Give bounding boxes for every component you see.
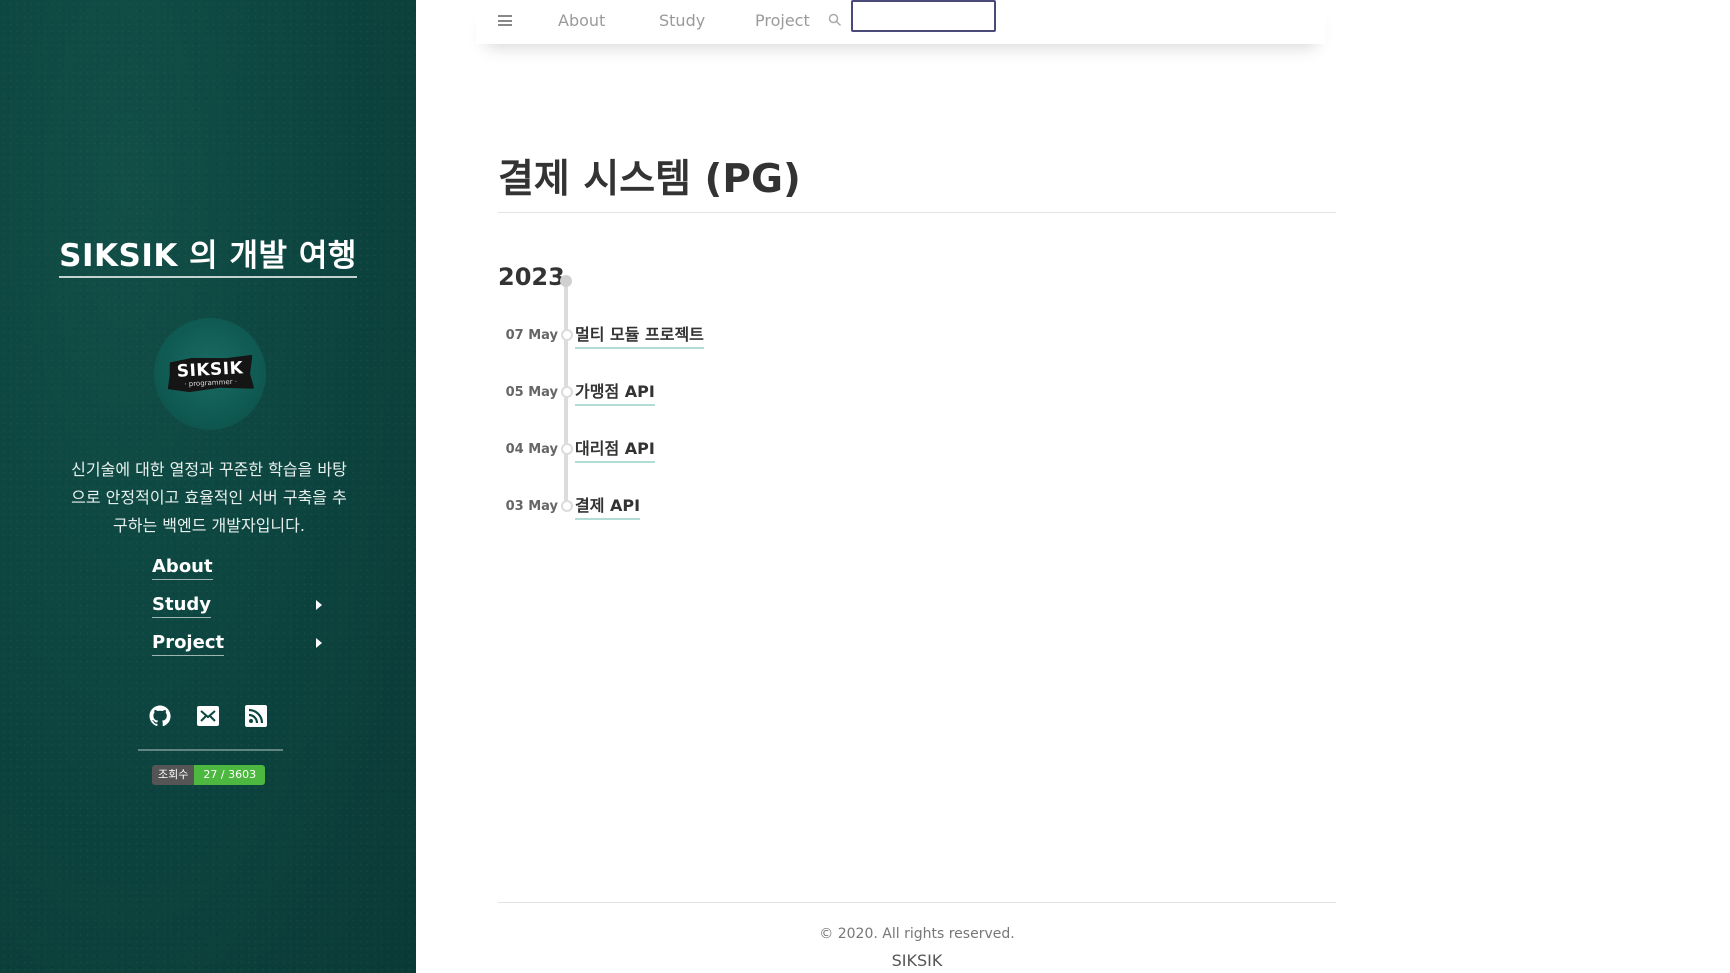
top-nav-project[interactable]: Project [755,11,810,30]
avatar: SIKSIK · programmer · [154,318,266,430]
post-title-link[interactable]: 가맹점 API [575,378,655,406]
timeline-dot [561,443,573,455]
search-icon[interactable] [828,12,842,31]
post-title-link[interactable]: 결제 API [575,492,641,520]
sidebar-item-label[interactable]: About [152,556,213,580]
timeline-dot [561,500,573,512]
hits-badge-value: 27 / 3603 [194,765,266,785]
sidebar-item-study[interactable]: Study [152,594,322,632]
social-links [148,704,268,728]
top-nav-about[interactable]: About [558,11,605,30]
timeline-dot [561,329,573,341]
site-title-link[interactable]: SIKSIK 의 개발 여행 [59,238,357,278]
author-bio: 신기술에 대한 열정과 꾸준한 학습을 바탕으로 안정적이고 효율적인 서버 구… [71,460,347,535]
archive-year: 2023 [498,263,565,291]
post-item: 03 May 결제 API [498,492,898,522]
post-title-link[interactable]: 대리점 API [575,435,655,463]
sidebar-item-label[interactable]: Study [152,594,212,618]
sidebar-item-project[interactable]: Project [152,632,322,670]
site-title[interactable]: SIKSIK 의 개발 여행 [0,230,416,278]
post-title-link[interactable]: 멀티 모듈 프로젝트 [575,321,704,349]
sidebar: SIKSIK 의 개발 여행 SIKSIK · programmer · 신기술… [0,0,416,973]
page-title: 결제 시스템 (PG) [498,157,801,202]
hits-badge-label: 조회수 [152,765,195,785]
caret-right-icon[interactable] [316,638,322,648]
avatar-logo: SIKSIK · programmer · [166,355,254,393]
footer-name: SIKSIK [891,951,943,970]
search-input[interactable] [851,0,996,32]
timeline-dot [561,386,573,398]
sidebar-nav: About Study Project [152,556,322,670]
top-nav-study[interactable]: Study [659,11,705,30]
post-date: 03 May [505,499,558,514]
hits-badge: 조회수 27 / 3603 [152,765,266,785]
post-item: 07 May 멀티 모듈 프로젝트 [498,321,898,351]
footer-divider [498,902,1336,903]
post-date: 05 May [505,385,558,400]
hamburger-menu-icon[interactable] [498,15,512,26]
post-item: 05 May 가맹점 API [498,378,898,408]
footer-copyright: © 2020. All rights reserved. [819,926,1015,942]
mail-icon[interactable] [196,704,220,728]
rss-icon[interactable] [244,704,268,728]
post-item: 04 May 대리점 API [498,435,898,465]
sidebar-item-label[interactable]: Project [152,632,225,656]
title-divider [498,212,1336,213]
top-navbar: About Study Project [476,0,1326,44]
sidebar-item-about[interactable]: About [152,556,322,594]
caret-right-icon[interactable] [316,600,322,610]
sidebar-divider [138,749,283,751]
post-date: 04 May [505,442,558,457]
github-icon[interactable] [148,704,172,728]
post-date: 07 May [505,328,558,343]
timeline-year-dot [560,275,572,287]
